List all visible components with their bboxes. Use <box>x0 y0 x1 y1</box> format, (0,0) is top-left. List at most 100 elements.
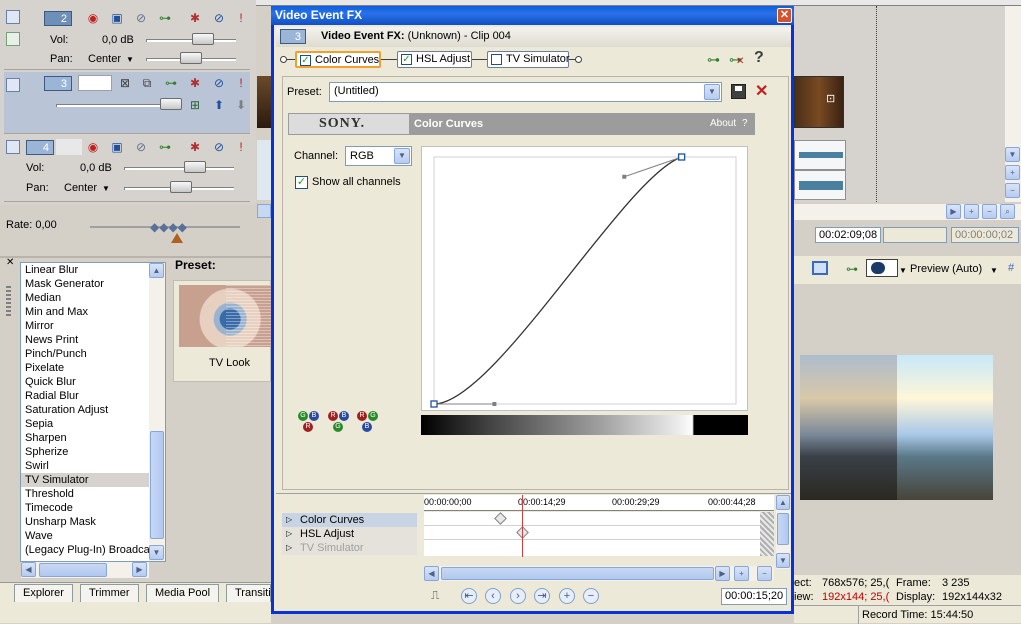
keyframe-lanes[interactable] <box>424 495 760 557</box>
pan-slider-thumb[interactable] <box>170 181 192 193</box>
plugin-list-item[interactable]: Wave <box>21 529 149 543</box>
preset-dropdown[interactable]: (Untitled) ▼ <box>329 82 722 102</box>
scroll-down-button[interactable]: ▼ <box>1005 147 1020 162</box>
selection-length-time[interactable]: 00:00:00;02 <box>951 227 1019 243</box>
video-event-fx-dialog[interactable]: Video Event FX ✕ 3 Video Event FX: (Unkn… <box>271 6 794 614</box>
track-fx-icon[interactable]: ⊶ <box>164 76 178 90</box>
timeline-area-right[interactable]: ⊡ <box>794 6 1005 202</box>
plugin-list-item[interactable]: Spherize <box>21 445 149 459</box>
split-screen-icon[interactable] <box>866 259 898 277</box>
plugin-list-item[interactable]: (Legacy Plug-In) Broadcas <box>21 543 149 557</box>
plugin-list-item[interactable]: Swirl <box>21 459 149 473</box>
last-keyframe-button[interactable]: ⇥ <box>534 588 550 604</box>
hscroll-thumb[interactable] <box>39 563 107 577</box>
dialog-title-bar[interactable]: Video Event FX ✕ <box>271 6 794 25</box>
timeline-hscroll[interactable]: ▶ + − ⌕ <box>794 204 1021 220</box>
invert-phase-icon[interactable]: ▣ <box>110 11 124 25</box>
prev-keyframe-button[interactable]: ‹ <box>485 588 501 604</box>
vol-slider-track[interactable] <box>124 167 234 170</box>
zoom-in-icon[interactable]: + <box>734 566 749 581</box>
lock-envelope-icon[interactable]: ⎍ <box>431 588 439 603</box>
zoom-out-icon[interactable]: − <box>757 566 772 581</box>
plugin-list-item[interactable]: Unsharp Mask <box>21 515 149 529</box>
audio-clip[interactable] <box>794 140 846 170</box>
scroll-up-button[interactable]: ▲ <box>776 495 790 510</box>
about-link[interactable]: About <box>710 118 736 129</box>
composite-mode-icon[interactable] <box>6 32 20 46</box>
preset-thumb-card[interactable]: TV Look <box>173 280 272 382</box>
tab-trimmer[interactable]: Trimmer <box>80 584 139 602</box>
save-preset-icon[interactable] <box>731 84 746 99</box>
chain-hsl-adjust[interactable]: ✓ HSL Adjust <box>397 51 472 68</box>
video-clip-thumb[interactable] <box>794 76 844 128</box>
mute-icon[interactable]: ⊘ <box>212 11 226 25</box>
solo-icon[interactable]: ! <box>234 11 248 25</box>
expand-icon[interactable]: ▷ <box>286 527 292 541</box>
plugin-list-item[interactable]: Timecode <box>21 501 149 515</box>
track-settings-icon[interactable]: ✱ <box>188 76 202 90</box>
help-icon[interactable]: ? <box>754 49 764 67</box>
edit-cursor[interactable] <box>522 495 523 557</box>
parent-icon[interactable]: ⬆ <box>212 98 226 112</box>
curve-handle[interactable] <box>622 174 627 179</box>
keyframe-vscroll[interactable]: ▲ ▼ <box>776 495 790 569</box>
scroll-right-button[interactable] <box>257 204 271 218</box>
checkbox-color-curves[interactable]: ✓ <box>300 55 311 66</box>
close-button[interactable]: ✕ <box>777 8 792 23</box>
make-child-icon[interactable]: ⧉ <box>140 76 154 90</box>
next-keyframe-button[interactable]: › <box>510 588 526 604</box>
keyframe-hscroll[interactable]: ◀ ▶ + − <box>424 566 774 581</box>
plugin-list-item[interactable]: Mask Generator <box>21 277 149 291</box>
plugin-list[interactable]: Linear Blur Mask Generator Median Min and M… <box>20 262 166 562</box>
chain-tv-simulator[interactable]: TV Simulator <box>487 51 570 68</box>
timeline-vscroll[interactable]: ▼ + − <box>1005 6 1021 202</box>
track-fx-icon[interactable]: ⊶ <box>158 11 172 25</box>
scroll-thumb[interactable] <box>777 513 789 545</box>
track-expand-icon[interactable] <box>6 78 20 92</box>
preview-quality-dropdown[interactable]: Preview (Auto) <box>910 263 982 275</box>
chain-color-curves[interactable]: ✓ Color Curves <box>295 51 381 68</box>
child-icon[interactable]: ⬇ <box>234 98 248 112</box>
about-help-icon[interactable]: ? <box>742 118 748 129</box>
plugin-list-item[interactable]: Pinch/Punch <box>21 347 149 361</box>
scroll-down-button[interactable]: ▼ <box>776 553 790 568</box>
track-settings-icon[interactable]: ✱ <box>188 140 202 154</box>
chevron-down-icon[interactable]: ▼ <box>704 84 720 100</box>
vol-slider-thumb[interactable] <box>184 161 206 173</box>
plugin-list-item[interactable]: Min and Max <box>21 305 149 319</box>
delete-preset-icon[interactable]: ✕ <box>755 81 768 101</box>
pan-slider-thumb[interactable] <box>180 52 202 64</box>
video-fx-icon[interactable]: ⊶ <box>846 262 858 276</box>
plugin-list-item[interactable]: News Print <box>21 333 149 347</box>
track-expand-icon[interactable] <box>6 10 20 24</box>
swap-gb-r-button[interactable]: G B R <box>298 411 320 433</box>
fx-row-tv-simulator[interactable]: ▷ TV Simulator <box>282 541 417 555</box>
audio-clip[interactable] <box>794 170 846 200</box>
plugin-list-item[interactable]: TV Simulator <box>21 473 149 487</box>
tone-curve[interactable] <box>433 156 682 405</box>
plugin-list-item[interactable]: Pixelate <box>21 361 149 375</box>
fx-ruler[interactable]: 00:00:00;00 00:00:14;29 00:00:29;29 00:0… <box>424 495 774 511</box>
solo-icon[interactable]: ! <box>234 140 248 154</box>
compositor-icon[interactable]: ⊠ <box>118 76 132 90</box>
zoom-in-icon[interactable]: + <box>964 204 979 219</box>
add-keyframe-button[interactable]: + <box>559 588 575 604</box>
plugin-list-item[interactable]: Linear Blur <box>21 263 149 277</box>
plugin-list-vscroll[interactable]: ▲ ▼ <box>149 263 165 561</box>
chevron-down-icon[interactable]: ▼ <box>126 55 134 64</box>
fx-row-color-curves[interactable]: ▷ Color Curves <box>282 513 417 527</box>
track-settings-icon[interactable]: ✱ <box>188 11 202 25</box>
scroll-down-button[interactable]: ▼ <box>149 545 164 560</box>
zoom-tool-icon[interactable]: ⌕ <box>1000 204 1015 219</box>
level-slider-thumb[interactable] <box>160 98 182 110</box>
scroll-left-button[interactable]: ◀ <box>21 562 36 577</box>
channel-dropdown[interactable]: RGB ▼ <box>345 146 412 166</box>
hscroll-thumb[interactable] <box>441 567 714 580</box>
track-header-3[interactable]: 3 ⊠ ⧉ ⊶ ✱ ⊘ ! ⊞ ⬆ ⬇ <box>4 72 250 134</box>
tab-transitions[interactable]: Transiti <box>226 584 271 602</box>
scroll-thumb[interactable] <box>150 431 164 539</box>
curve-point[interactable] <box>677 153 686 161</box>
track-fx-icon[interactable]: ⊶ <box>158 140 172 154</box>
remove-plugin-icon[interactable]: ⊶✕ <box>729 52 750 68</box>
chevron-down-icon[interactable]: ▼ <box>990 266 998 275</box>
